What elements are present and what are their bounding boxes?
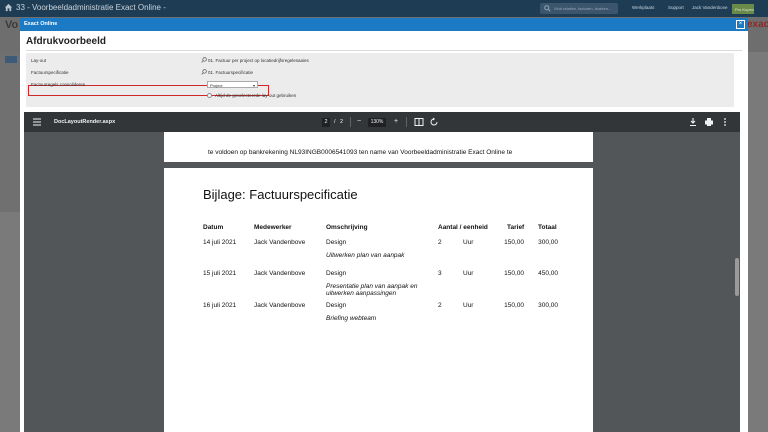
- pdf-scrollbar[interactable]: [734, 132, 740, 432]
- table-cell-unit: Uur: [463, 270, 474, 277]
- divider: [350, 117, 351, 127]
- consolidate-value: Project: [210, 83, 223, 88]
- zoom-out-button[interactable]: −: [357, 118, 361, 125]
- col-header-description: Omschrijving: [326, 224, 368, 231]
- modal-titlebar: Exact Online ×: [20, 18, 748, 31]
- fit-page-icon[interactable]: [414, 117, 424, 127]
- upgrade-badge[interactable]: Pro Kopen: [732, 4, 754, 14]
- table-cell-unit: Uur: [463, 239, 474, 246]
- layout-field[interactable]: 01. Factuur per project op locatiedrijfs…: [208, 58, 309, 63]
- magnifier-icon[interactable]: [201, 69, 207, 75]
- col-header-rate: Tarief: [507, 224, 525, 231]
- zoom-input[interactable]: 130%: [368, 118, 386, 127]
- always-layout-radio[interactable]: [207, 93, 212, 98]
- page-total: 2: [340, 119, 344, 125]
- menu-icon[interactable]: [32, 117, 42, 127]
- modal-title: Afdrukvoorbeeld: [26, 36, 107, 47]
- spec-label: Factuurspecificatie: [31, 70, 69, 75]
- col-header-employee: Medewerker: [254, 224, 292, 231]
- table-cell-note: Briefing webteam: [326, 315, 377, 322]
- table-cell-quantity: 2: [438, 239, 442, 246]
- divider: [26, 50, 742, 51]
- consolidate-label: Factuurregels consolideren: [31, 82, 86, 87]
- table-cell-rate: 150,00: [504, 302, 524, 309]
- table-cell-description: Design: [326, 302, 347, 309]
- table-cell-date: 16 juli 2021: [203, 302, 237, 309]
- table-cell-date: 14 juli 2021: [203, 239, 237, 246]
- spec-field[interactable]: 01. Factuurspecificatie: [208, 70, 253, 75]
- search-icon[interactable]: [544, 5, 551, 12]
- print-icon[interactable]: [704, 117, 714, 127]
- form-panel: Lay-out 01. Factuur per project op locat…: [26, 53, 734, 107]
- pdf-page: Bijlage: Factuurspecificatie Datum Medew…: [164, 168, 593, 432]
- divider: [406, 117, 407, 127]
- table-cell-note: Uitwerken plan van aanpak: [326, 252, 405, 259]
- exact-logo: exact: [747, 19, 768, 30]
- attachment-heading: Bijlage: Factuurspecificatie: [203, 187, 358, 202]
- rotate-icon[interactable]: [429, 117, 439, 127]
- app-topbar: 33 - Voorbeeldadministratie Exact Online…: [0, 0, 768, 17]
- consolidate-select[interactable]: Project ▾: [207, 81, 258, 88]
- table-cell-employee: Jack Vandenbove: [254, 302, 306, 309]
- modal-bar-title: Exact Online: [24, 21, 58, 27]
- chevron-down-icon: ▾: [252, 83, 255, 88]
- table-cell-quantity: 2: [438, 302, 442, 309]
- col-header-quantity: Aantal / eenheid: [438, 224, 488, 231]
- layout-label: Lay-out: [31, 58, 47, 63]
- magnifier-icon[interactable]: [201, 57, 207, 63]
- app-sidebar: [0, 52, 20, 212]
- more-options-icon[interactable]: [720, 117, 730, 127]
- page1-text: te voldoen op bankrekening NL93INGB00065…: [208, 149, 513, 156]
- table-cell-total: 300,00: [538, 239, 558, 246]
- close-button[interactable]: ×: [736, 20, 745, 29]
- page-separator: /: [334, 119, 336, 125]
- pdf-viewer: DocLayoutRender.aspx 2 / 2 − 130% + te v…: [24, 112, 740, 432]
- col-header-total: Totaal: [538, 224, 557, 231]
- table-cell-rate: 150,00: [504, 239, 524, 246]
- menu-user[interactable]: Jack Vandenbove: [692, 5, 727, 10]
- table-cell-employee: Jack Vandenbove: [254, 239, 306, 246]
- radio-label: Altijd de geselecteerde lay-out gebruike…: [215, 93, 297, 98]
- print-preview-modal: Exact Online × Afdrukvoorbeeld Lay-out 0…: [20, 18, 748, 432]
- table-cell-total: 300,00: [538, 302, 558, 309]
- table-cell-note: uitwerken aanpassingen: [326, 290, 397, 297]
- pdf-toolbar: DocLayoutRender.aspx 2 / 2 − 130% +: [24, 112, 740, 132]
- page-number-input[interactable]: 2: [322, 118, 330, 127]
- pdf-filename: DocLayoutRender.aspx: [54, 119, 116, 125]
- app-search-input[interactable]: Vind relaties, facturen, boeken...: [540, 3, 618, 14]
- table-cell-quantity: 3: [438, 270, 442, 277]
- col-header-date: Datum: [203, 224, 224, 231]
- menu-werkplaats[interactable]: Werkplaats: [632, 5, 654, 10]
- table-cell-rate: 150,00: [504, 270, 524, 277]
- table-cell-date: 15 juli 2021: [203, 270, 237, 277]
- table-cell-description: Design: [326, 239, 347, 246]
- table-cell-unit: Uur: [463, 302, 474, 309]
- download-icon[interactable]: [688, 117, 698, 127]
- table-cell-total: 450,00: [538, 270, 558, 277]
- scroll-thumb[interactable]: [735, 258, 739, 296]
- table-cell-note: Presentatie plan van aanpak en: [326, 283, 418, 290]
- table-cell-employee: Jack Vandenbove: [254, 270, 306, 277]
- app-side-button[interactable]: [5, 56, 17, 63]
- home-icon[interactable]: [4, 3, 13, 12]
- app-page-title: Vo: [5, 19, 19, 31]
- zoom-in-button[interactable]: +: [394, 118, 398, 125]
- pdf-page: te voldoen op bankrekening NL93INGB00065…: [164, 132, 593, 162]
- menu-support[interactable]: Support: [668, 5, 684, 10]
- table-cell-description: Design: [326, 270, 347, 277]
- app-title: 33 - Voorbeeldadministratie Exact Online…: [16, 3, 166, 12]
